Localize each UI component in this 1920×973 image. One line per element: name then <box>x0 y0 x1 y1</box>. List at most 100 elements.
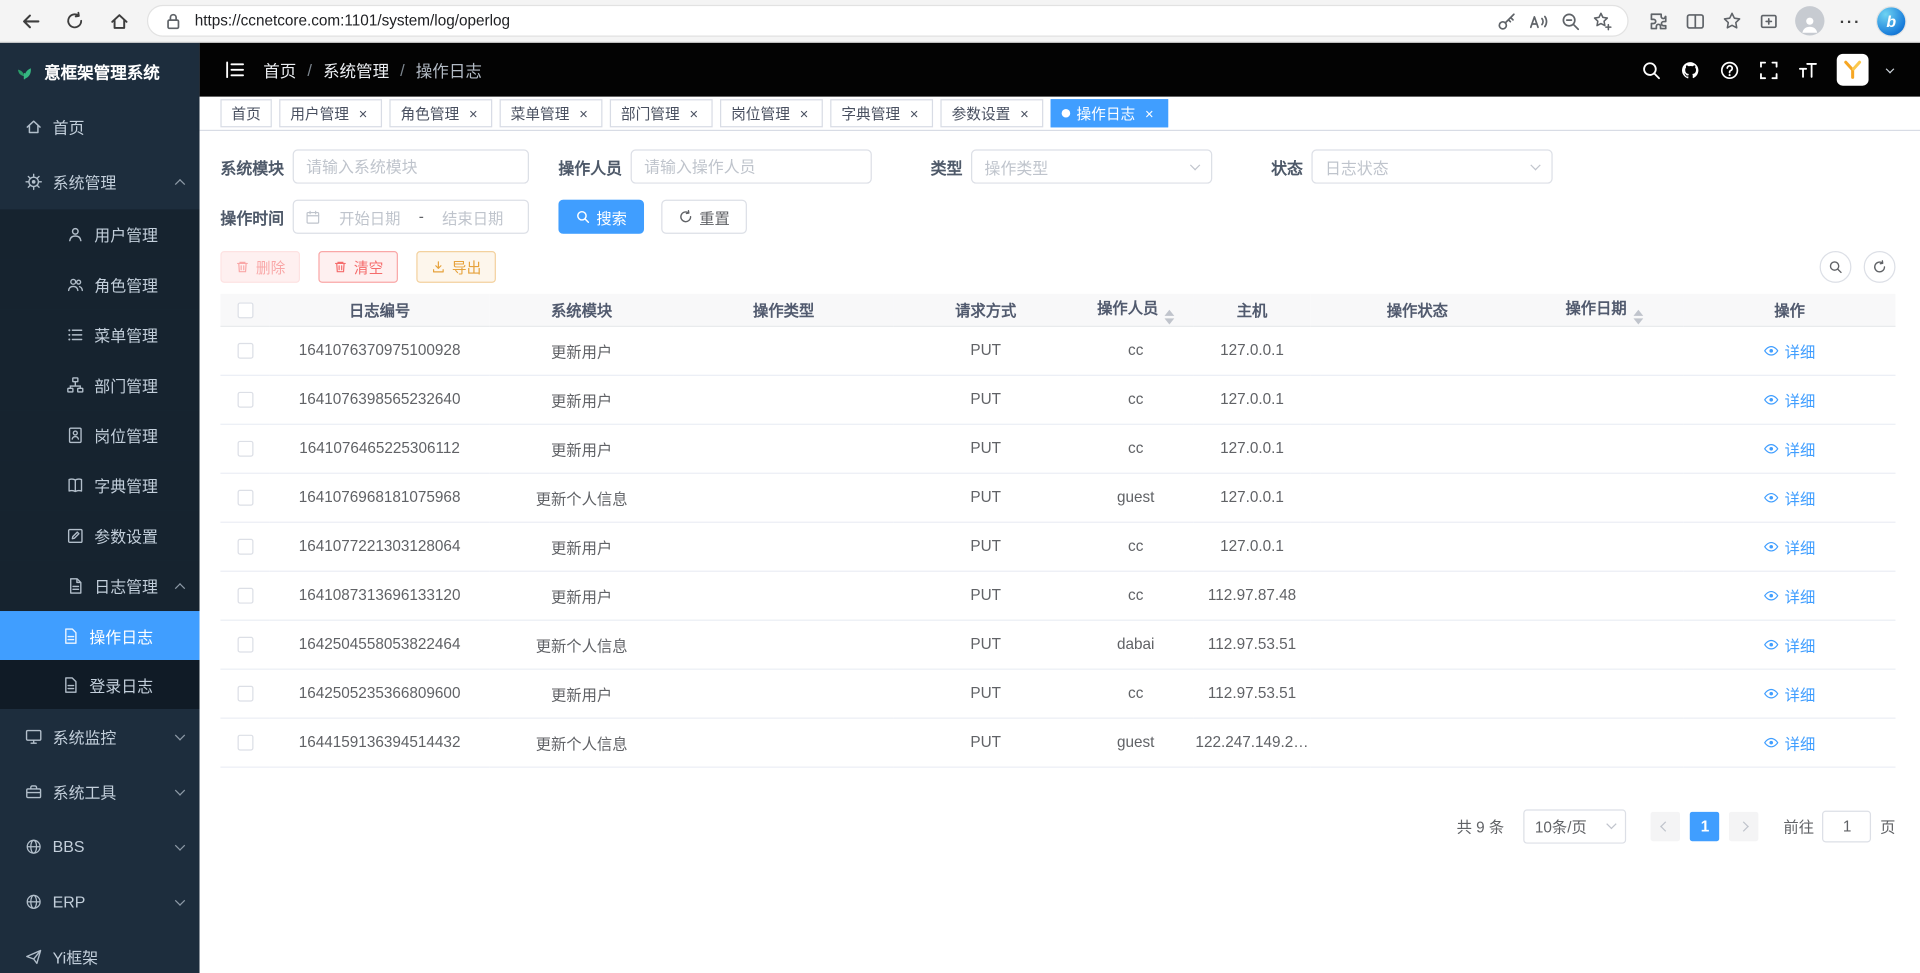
extensions-icon[interactable] <box>1648 10 1669 31</box>
detail-link[interactable]: 详细 <box>1764 730 1815 753</box>
start-date-placeholder[interactable]: 开始日期 <box>326 205 414 228</box>
close-icon[interactable] <box>686 105 702 121</box>
prev-page-button[interactable] <box>1651 811 1680 840</box>
detail-link[interactable]: 详细 <box>1764 486 1815 509</box>
sidebar-item-dept-mgmt[interactable]: 部门管理 <box>0 360 200 410</box>
row-checkbox[interactable] <box>237 343 253 359</box>
sidebar-item-monitor[interactable]: 系统监控 <box>0 709 200 764</box>
show-search-toggle-button[interactable] <box>1820 251 1852 283</box>
row-checkbox[interactable] <box>237 441 253 457</box>
row-checkbox[interactable] <box>237 392 253 408</box>
row-checkbox[interactable] <box>237 735 253 751</box>
fullscreen-icon[interactable] <box>1758 59 1779 80</box>
sidebar-item-erp[interactable]: ERP <box>0 874 200 929</box>
sidebar-item-yiframe[interactable]: Yi框架 <box>0 929 200 973</box>
sidebar-item-bbs[interactable]: BBS <box>0 819 200 874</box>
password-key-icon[interactable] <box>1496 10 1517 31</box>
split-screen-icon[interactable] <box>1684 10 1705 31</box>
tab-dept-mgmt[interactable]: 部门管理 <box>610 99 713 127</box>
col-operator[interactable]: 操作人员 <box>1078 294 1194 326</box>
sidebar-item-post-mgmt[interactable]: 岗位管理 <box>0 410 200 460</box>
close-icon[interactable] <box>1016 105 1032 121</box>
sidebar-item-log-mgmt[interactable]: 日志管理 <box>0 561 200 611</box>
type-select[interactable]: 操作类型 <box>971 149 1212 183</box>
status-select[interactable]: 日志状态 <box>1312 149 1553 183</box>
sidebar-item-param-settings[interactable]: 参数设置 <box>0 511 200 561</box>
date-range-picker[interactable]: 开始日期 - 结束日期 <box>293 200 529 234</box>
browser-refresh-button[interactable] <box>59 5 91 37</box>
detail-link[interactable]: 详细 <box>1764 437 1815 460</box>
detail-link[interactable]: 详细 <box>1764 388 1815 411</box>
sidebar-fold-icon[interactable] <box>224 59 246 81</box>
close-icon[interactable] <box>906 105 922 121</box>
profile-avatar[interactable] <box>1794 6 1823 35</box>
sort-caret-icon[interactable] <box>1164 309 1174 324</box>
tab-role-mgmt[interactable]: 角色管理 <box>389 99 492 127</box>
sort-caret-icon[interactable] <box>1633 309 1643 324</box>
bing-icon[interactable] <box>1877 7 1905 35</box>
zoom-out-icon[interactable] <box>1559 10 1580 31</box>
detail-link[interactable]: 详细 <box>1764 583 1815 606</box>
export-button[interactable]: 导出 <box>416 251 496 283</box>
row-checkbox[interactable] <box>237 490 253 506</box>
close-icon[interactable] <box>796 105 812 121</box>
detail-link[interactable]: 详细 <box>1764 339 1815 362</box>
row-checkbox[interactable] <box>237 588 253 604</box>
current-page-button[interactable]: 1 <box>1690 811 1719 840</box>
github-icon[interactable] <box>1680 59 1701 80</box>
tab-dict-mgmt[interactable]: 字典管理 <box>830 99 933 127</box>
tab-oper-log[interactable]: 操作日志 <box>1051 99 1169 127</box>
sidebar-item-oper-log[interactable]: 操作日志 <box>0 611 200 660</box>
delete-button[interactable]: 删除 <box>220 251 300 283</box>
help-question-icon[interactable] <box>1719 59 1740 80</box>
sidebar-item-dict-mgmt[interactable]: 字典管理 <box>0 460 200 510</box>
reset-button[interactable]: 重置 <box>661 200 747 234</box>
col-date[interactable]: 操作日期 <box>1524 294 1683 326</box>
search-button[interactable]: 搜索 <box>558 200 644 234</box>
close-icon[interactable] <box>355 105 371 121</box>
row-checkbox[interactable] <box>237 637 253 653</box>
detail-link[interactable]: 详细 <box>1764 632 1815 655</box>
sidebar-item-login-log[interactable]: 登录日志 <box>0 660 200 709</box>
row-checkbox[interactable] <box>237 539 253 555</box>
clear-button[interactable]: 清空 <box>318 251 398 283</box>
tab-user-mgmt[interactable]: 用户管理 <box>279 99 382 127</box>
module-input[interactable] <box>293 149 529 183</box>
next-page-button[interactable] <box>1730 811 1759 840</box>
goto-page-input[interactable] <box>1823 810 1872 842</box>
user-avatar-logo[interactable] <box>1837 54 1869 86</box>
app-logo[interactable]: 意框架管理系统 <box>0 43 200 99</box>
row-checkbox[interactable] <box>237 686 253 702</box>
add-favorite-star-icon[interactable] <box>1591 10 1612 31</box>
avatar-caret-down-icon[interactable] <box>1886 64 1895 73</box>
sidebar-item-home[interactable]: 首页 <box>0 99 200 154</box>
tab-param-settings[interactable]: 参数设置 <box>941 99 1044 127</box>
browser-home-button[interactable] <box>103 5 135 37</box>
favorites-star-icon[interactable] <box>1721 10 1742 31</box>
tab-home[interactable]: 首页 <box>220 99 271 127</box>
breadcrumb-home[interactable]: 首页 <box>263 58 296 82</box>
address-bar[interactable]: https://ccnetcore.com:1101/system/log/op… <box>147 5 1628 37</box>
select-all-checkbox[interactable] <box>237 302 253 318</box>
page-size-select[interactable]: 10条/页 <box>1524 809 1627 843</box>
tab-post-mgmt[interactable]: 岗位管理 <box>720 99 823 127</box>
close-icon[interactable] <box>1141 105 1157 121</box>
sidebar-item-user-mgmt[interactable]: 用户管理 <box>0 209 200 259</box>
browser-back-button[interactable] <box>15 5 47 37</box>
search-icon[interactable] <box>1641 59 1662 80</box>
sidebar-item-tools[interactable]: 系统工具 <box>0 764 200 819</box>
detail-link[interactable]: 详细 <box>1764 681 1815 704</box>
sidebar-item-role-mgmt[interactable]: 角色管理 <box>0 260 200 310</box>
tab-menu-mgmt[interactable]: 菜单管理 <box>500 99 603 127</box>
browser-menu-icon[interactable] <box>1840 12 1861 30</box>
breadcrumb-system[interactable]: 系统管理 <box>323 58 389 82</box>
close-icon[interactable] <box>465 105 481 121</box>
collections-icon[interactable] <box>1758 10 1779 31</box>
refresh-table-button[interactable] <box>1864 251 1896 283</box>
sidebar-item-system[interactable]: 系统管理 <box>0 154 200 209</box>
url-text[interactable]: https://ccnetcore.com:1101/system/log/op… <box>195 12 1485 29</box>
end-date-placeholder[interactable]: 结束日期 <box>429 205 517 228</box>
operator-input[interactable] <box>631 149 872 183</box>
detail-link[interactable]: 详细 <box>1764 534 1815 557</box>
font-size-icon[interactable] <box>1798 59 1819 80</box>
